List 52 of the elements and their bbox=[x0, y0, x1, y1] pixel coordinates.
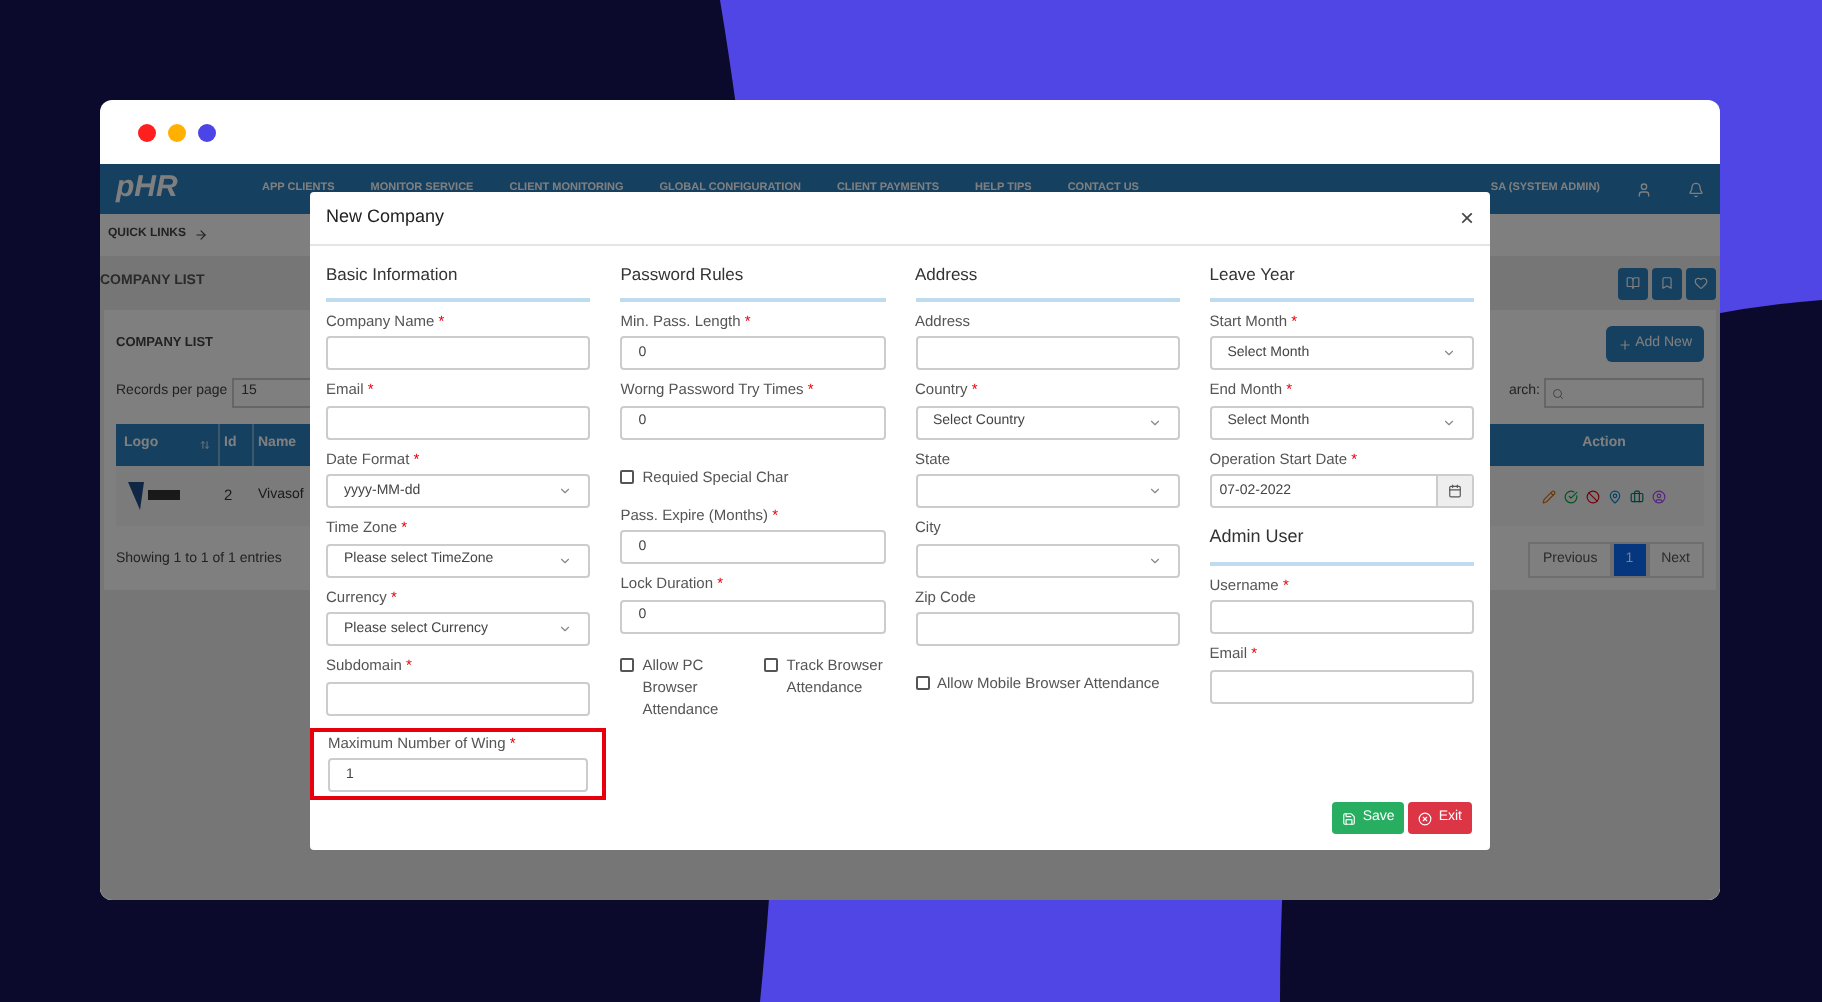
text-field[interactable] bbox=[915, 612, 1180, 647]
search-icon bbox=[1552, 387, 1564, 399]
select-field[interactable] bbox=[915, 543, 1180, 578]
text-field[interactable] bbox=[326, 336, 591, 371]
toolbar-button[interactable] bbox=[1652, 267, 1682, 299]
section-heading: Password Rules bbox=[620, 262, 885, 302]
bookmark-icon bbox=[1660, 276, 1674, 290]
company-logo-icon bbox=[124, 478, 184, 514]
caret-icon bbox=[558, 484, 573, 499]
caret-icon bbox=[1442, 346, 1456, 361]
user-icon[interactable] bbox=[1652, 489, 1666, 503]
text-field[interactable] bbox=[915, 336, 1180, 371]
calendar-button[interactable] bbox=[1436, 476, 1472, 507]
caret-icon bbox=[558, 622, 573, 637]
bell-icon[interactable] bbox=[1688, 181, 1704, 197]
text-field[interactable] bbox=[1209, 669, 1474, 704]
caret-icon bbox=[1147, 415, 1162, 430]
checkbox[interactable] bbox=[620, 657, 635, 672]
caret-icon bbox=[1442, 415, 1456, 430]
book-icon bbox=[1626, 276, 1640, 290]
caret-icon bbox=[1147, 484, 1162, 499]
text-field[interactable] bbox=[1209, 600, 1474, 635]
toolbar-button[interactable] bbox=[1686, 267, 1716, 299]
section-heading: Basic Information bbox=[326, 262, 591, 302]
arrow-icon bbox=[194, 228, 208, 242]
text-field[interactable] bbox=[326, 681, 591, 716]
heart-icon bbox=[1694, 276, 1708, 290]
caret-icon bbox=[558, 553, 573, 568]
toolbar-button[interactable] bbox=[1618, 267, 1648, 299]
checkbox[interactable] bbox=[764, 657, 779, 672]
sort-icon[interactable] bbox=[200, 440, 210, 450]
section-heading: Admin User bbox=[1209, 524, 1474, 566]
briefcase-icon[interactable] bbox=[1630, 489, 1644, 503]
caret-icon bbox=[1147, 553, 1162, 568]
text-field[interactable] bbox=[326, 405, 591, 440]
search-field[interactable] bbox=[1544, 378, 1704, 408]
dialog-title: New Company bbox=[326, 204, 445, 231]
pin-icon[interactable] bbox=[1608, 489, 1622, 503]
user-icon bbox=[1636, 181, 1652, 197]
block-icon[interactable] bbox=[1586, 489, 1600, 503]
edit-icon[interactable] bbox=[1542, 489, 1556, 503]
checkbox[interactable] bbox=[620, 469, 635, 484]
section-heading: Leave Year bbox=[1209, 262, 1474, 302]
app-logo[interactable]: pHR bbox=[116, 166, 226, 212]
checkbox[interactable] bbox=[915, 676, 929, 691]
select-field[interactable] bbox=[915, 474, 1180, 509]
circle-x-icon bbox=[1418, 811, 1433, 825]
check-icon[interactable] bbox=[1564, 489, 1578, 503]
close-button[interactable]: × bbox=[1459, 206, 1474, 230]
section-heading: Address bbox=[915, 262, 1180, 302]
calendar-icon bbox=[1448, 484, 1462, 499]
plus-icon bbox=[1617, 337, 1632, 351]
